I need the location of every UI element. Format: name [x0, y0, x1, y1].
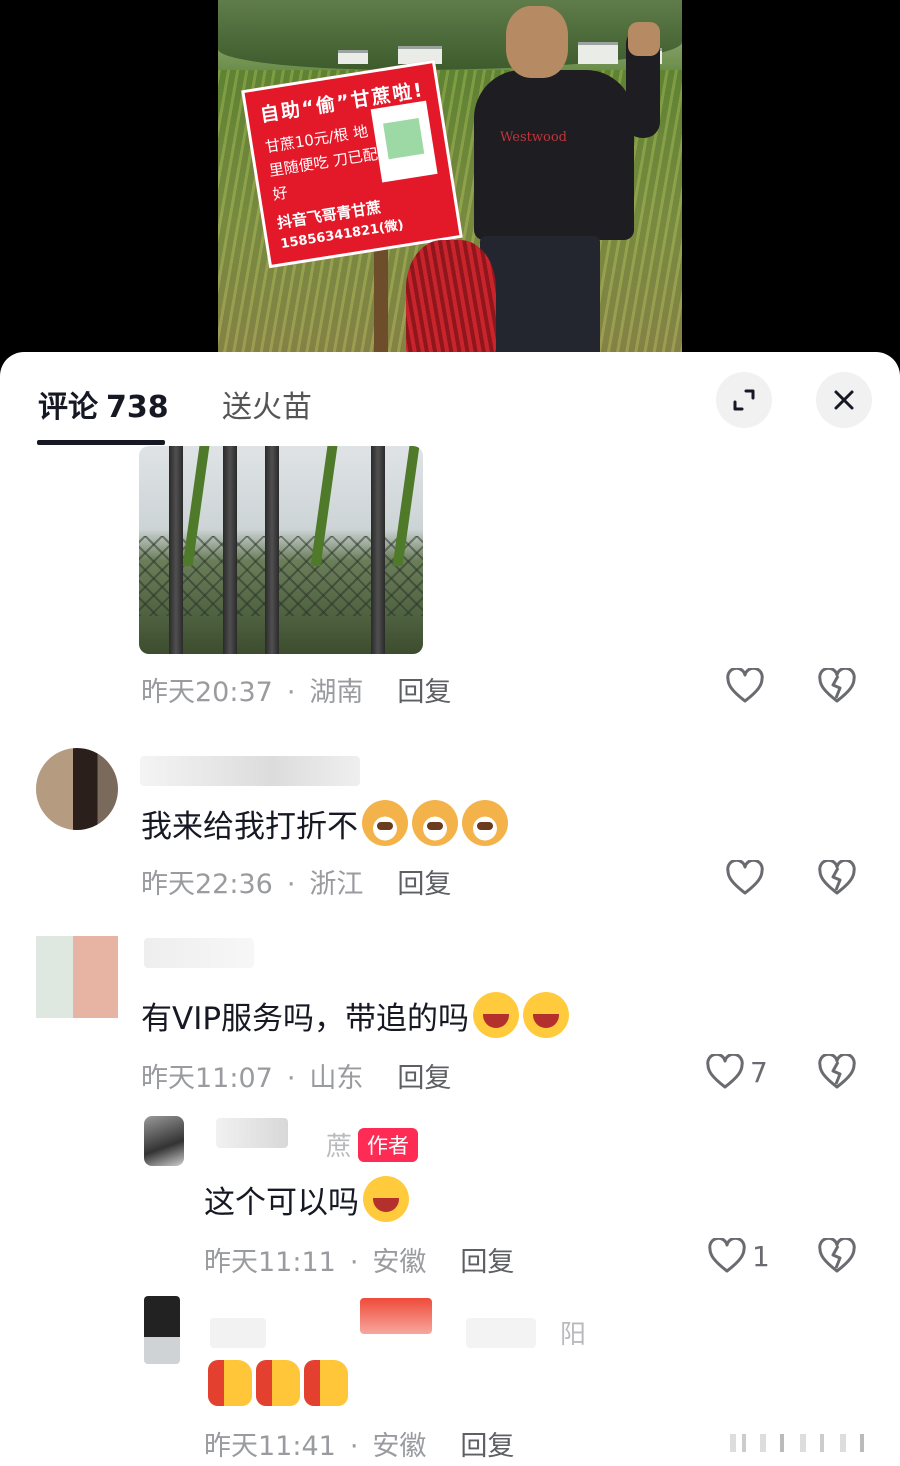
sign-post	[374, 246, 388, 360]
reply-meta: 昨天11:11 · 安徽 回复	[204, 1247, 515, 1278]
image-stalk	[169, 446, 183, 654]
comment-time: 昨天20:37	[141, 677, 273, 708]
person-fist	[628, 22, 660, 56]
reply-username-tail[interactable]: 阳	[560, 1314, 586, 1351]
comment-body: 我来给我打折不	[141, 808, 358, 845]
doge-emoji	[412, 800, 458, 846]
person-legs	[480, 236, 600, 360]
reply-button[interactable]: 回复	[460, 1431, 514, 1462]
username-blurred-red[interactable]	[360, 1298, 432, 1334]
broken-heart-icon	[818, 858, 856, 895]
comment-location: 浙江	[309, 869, 364, 900]
video-frame[interactable]: 自助“偷”甘蔗啦! 甘蔗10元/根 地里随便吃 刀已配好 抖音飞哥青甘蔗 158…	[218, 0, 682, 360]
hoodie-logo: Westwood	[500, 130, 567, 145]
comment-location: 山东	[309, 1063, 364, 1094]
reply-username-tail[interactable]: 蔗	[326, 1126, 352, 1163]
username-blurred[interactable]	[144, 938, 254, 968]
rofl-emoji	[363, 1176, 409, 1222]
close-icon	[834, 390, 854, 410]
tab-comments[interactable]: 评论 738	[38, 382, 169, 426]
broken-heart-icon	[818, 1236, 856, 1273]
image-stalk	[223, 446, 237, 654]
avatar[interactable]	[36, 748, 118, 830]
like-button[interactable]	[726, 668, 764, 704]
reply-button[interactable]: 回复	[397, 677, 451, 708]
thumbs-up-emoji	[304, 1360, 348, 1406]
laugh-cry-emoji	[523, 992, 570, 1038]
reply-button[interactable]: 回复	[397, 869, 451, 900]
broken-heart-icon	[818, 666, 856, 703]
comment-count: 738	[106, 390, 169, 425]
comment-text: 我来给我打折不	[141, 800, 508, 846]
broken-heart-icon	[818, 1052, 856, 1089]
comment-location: 湖南	[309, 677, 364, 708]
image-stalk	[371, 446, 385, 654]
comment-text: 有VIP服务吗，带追的吗	[141, 992, 570, 1038]
sign-body: 甘蔗10元/根 地里随便吃 刀已配好	[263, 122, 379, 204]
like-button[interactable]: 1	[708, 1238, 770, 1274]
reply-button[interactable]: 回复	[460, 1247, 514, 1278]
like-button[interactable]: 7	[706, 1054, 768, 1090]
username-blurred[interactable]	[216, 1118, 288, 1148]
like-count: 7	[750, 1055, 768, 1089]
dislike-button[interactable]	[818, 666, 856, 708]
video-sign: 自助“偷”甘蔗啦! 甘蔗10元/根 地里随便吃 刀已配好 抖音飞哥青甘蔗 158…	[241, 59, 463, 269]
comment-panel: 评论 738 送火苗 昨天20:37 · 湖南 回复 我来给我打折不 昨天22:…	[0, 352, 900, 1466]
username-blurred[interactable]	[466, 1318, 536, 1348]
reply-time: 昨天11:41	[204, 1431, 336, 1462]
reply-text: 这个可以吗	[204, 1176, 409, 1222]
laugh-cry-emoji	[473, 992, 520, 1038]
reply-button[interactable]: 回复	[397, 1063, 451, 1094]
person-hoodie	[474, 70, 634, 240]
dislike-button[interactable]	[818, 1236, 856, 1278]
username-blurred[interactable]	[140, 756, 360, 786]
author-badge: 作者	[358, 1128, 418, 1162]
comment-meta: 昨天20:37 · 湖南 回复	[141, 677, 452, 708]
red-rope-bundle	[406, 240, 496, 360]
doge-emoji	[362, 800, 408, 846]
reply-time: 昨天11:11	[204, 1247, 336, 1278]
reply-location: 安徽	[372, 1247, 427, 1278]
comment-meta: 昨天22:36 · 浙江 回复	[141, 869, 452, 900]
comment-time: 昨天11:07	[141, 1063, 273, 1094]
comment-image[interactable]	[139, 446, 423, 654]
close-button[interactable]	[816, 372, 872, 428]
heart-icon	[726, 860, 764, 895]
heart-icon	[726, 668, 764, 703]
thumbs-up-emoji	[256, 1360, 300, 1406]
expand-icon	[733, 389, 755, 411]
heart-icon	[708, 1238, 746, 1273]
avatar[interactable]	[36, 936, 118, 1018]
person-head	[506, 6, 568, 78]
reply-meta: 昨天11:41 · 安徽 回复	[204, 1431, 515, 1462]
reply-location: 安徽	[372, 1431, 427, 1462]
comment-time: 昨天22:36	[141, 869, 273, 900]
username-blurred[interactable]	[210, 1318, 266, 1348]
like-count: 1	[752, 1239, 770, 1273]
village-houses	[328, 34, 668, 64]
thumbs-up-emoji	[208, 1360, 252, 1406]
comment-tabs: 评论 738 送火苗	[0, 352, 900, 448]
doge-emoji	[462, 800, 508, 846]
reply-body: 这个可以吗	[204, 1184, 359, 1221]
expand-button[interactable]	[716, 372, 772, 428]
reply-text	[204, 1360, 348, 1406]
comment-body: 有VIP服务吗，带追的吗	[141, 1000, 470, 1037]
heart-icon	[706, 1054, 744, 1089]
image-stalk	[265, 446, 279, 654]
tab-comments-label: 评论	[38, 390, 98, 425]
dislike-button[interactable]	[818, 1052, 856, 1094]
comment-meta: 昨天11:07 · 山东 回复	[141, 1063, 452, 1094]
dislike-button[interactable]	[818, 858, 856, 900]
avatar[interactable]	[144, 1296, 180, 1364]
video-player[interactable]: 自助“偷”甘蔗啦! 甘蔗10元/根 地里随便吃 刀已配好 抖音飞哥青甘蔗 158…	[0, 0, 900, 360]
qr-code-icon	[370, 100, 438, 183]
watermark-icon	[730, 1434, 864, 1452]
avatar[interactable]	[144, 1116, 184, 1166]
tab-send-flame[interactable]: 送火苗	[222, 382, 312, 426]
active-tab-indicator	[37, 440, 165, 445]
like-button[interactable]	[726, 860, 764, 896]
